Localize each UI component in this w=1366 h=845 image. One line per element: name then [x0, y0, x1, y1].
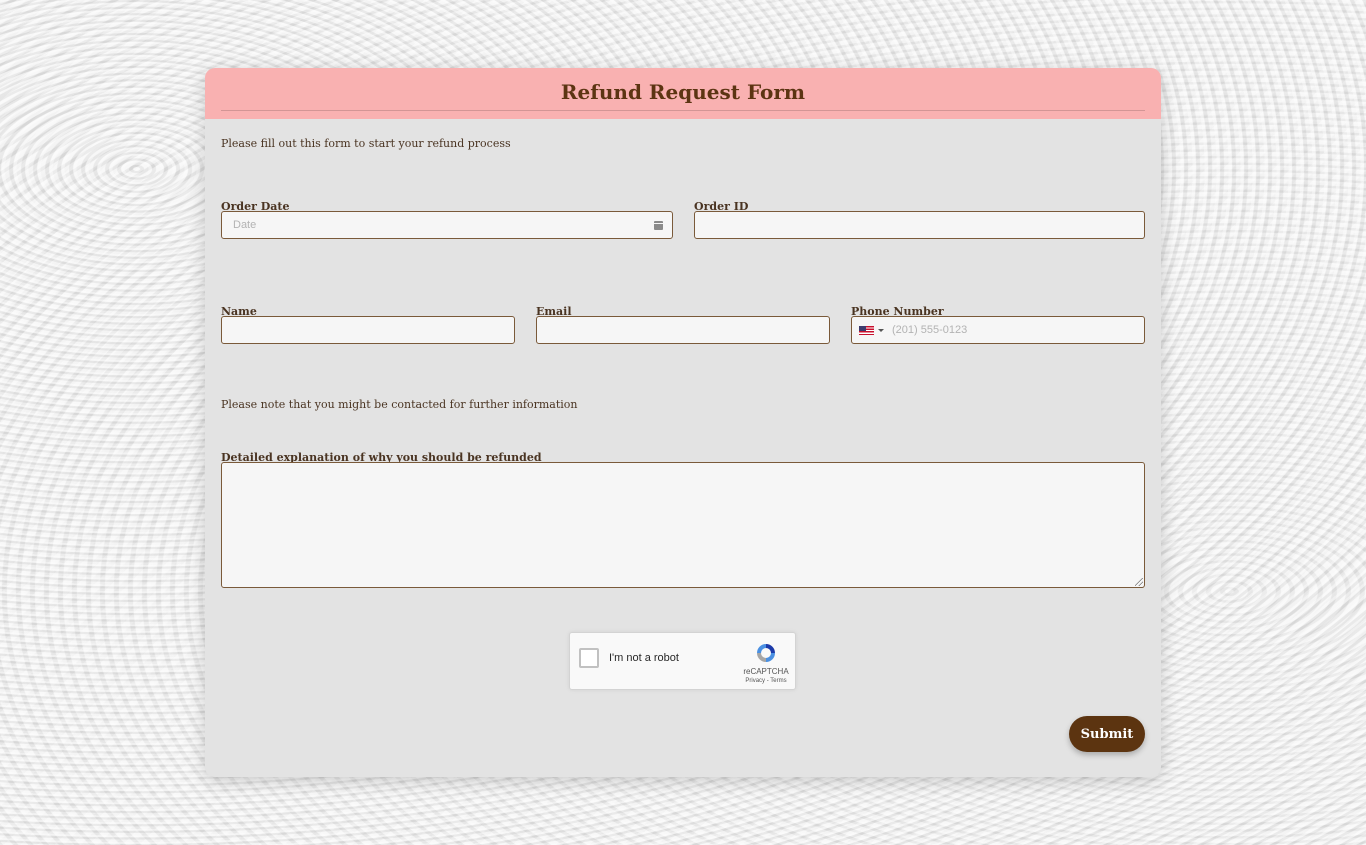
submit-button[interactable]: Submit	[1069, 716, 1145, 752]
order-date-input[interactable]: Date	[221, 211, 673, 239]
explanation-textarea[interactable]	[221, 462, 1145, 588]
name-input[interactable]	[221, 316, 515, 344]
calendar-icon[interactable]	[654, 221, 663, 230]
order-id-field: Order ID	[694, 199, 1145, 239]
email-field: Email	[536, 304, 830, 344]
order-date-field: Order Date Date	[221, 199, 673, 239]
refund-form-card: Refund Request Form Please fill out this…	[205, 68, 1161, 777]
resize-handle-icon[interactable]	[1135, 578, 1143, 586]
form-title: Refund Request Form	[560, 80, 806, 104]
phone-input[interactable]: (201) 555-0123	[851, 316, 1145, 344]
header-divider	[221, 110, 1145, 111]
form-intro-text: Please fill out this form to start your …	[221, 137, 511, 150]
email-input[interactable]	[536, 316, 830, 344]
recaptcha-checkbox[interactable]	[579, 648, 599, 668]
order-date-placeholder: Date	[233, 219, 257, 231]
recaptcha-privacy-terms[interactable]: Privacy - Terms	[740, 678, 792, 684]
contact-note-text: Please note that you might be contacted …	[221, 398, 578, 411]
recaptcha-label: I'm not a robot	[609, 652, 679, 664]
explanation-field: Detailed explanation of why you should b…	[221, 450, 1145, 588]
recaptcha-logo-icon	[757, 644, 775, 662]
phone-placeholder: (201) 555-0123	[892, 324, 968, 336]
order-id-input[interactable]	[694, 211, 1145, 239]
recaptcha-widget: I'm not a robot reCAPTCHA Privacy - Term…	[569, 632, 796, 690]
chevron-down-icon[interactable]	[878, 329, 884, 332]
phone-field: Phone Number (201) 555-0123	[851, 304, 1145, 344]
recaptcha-brand: reCAPTCHA	[743, 667, 789, 676]
us-flag-icon[interactable]	[859, 326, 874, 335]
form-header: Refund Request Form	[205, 68, 1161, 119]
name-field: Name	[221, 304, 515, 344]
